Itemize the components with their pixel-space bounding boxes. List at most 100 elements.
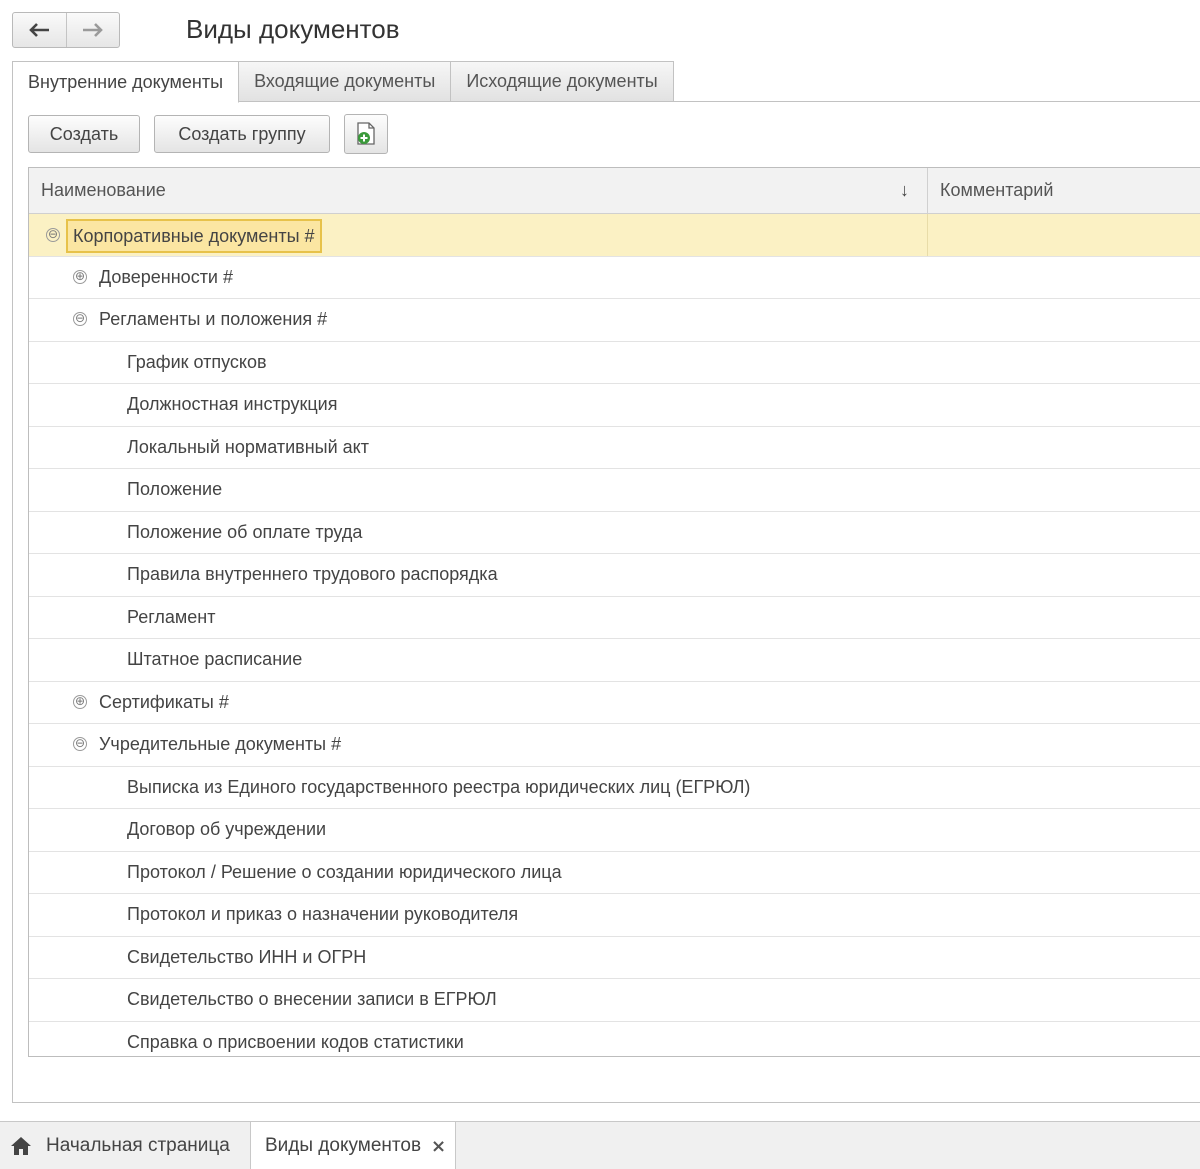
row-label: Корпоративные документы # bbox=[66, 219, 322, 253]
home-icon bbox=[11, 1137, 31, 1155]
name-cell: Положение bbox=[29, 469, 927, 511]
collapse-icon[interactable]: ⊖ bbox=[73, 737, 87, 751]
name-cell: Локальный нормативный акт bbox=[29, 427, 927, 469]
table-group-row[interactable]: ⊕ Доверенности # bbox=[29, 257, 1200, 299]
name-cell: График отпусков bbox=[29, 342, 927, 384]
name-cell: Правила внутреннего трудового распорядка bbox=[29, 554, 927, 596]
table-row[interactable]: Справка о присвоении кодов статистики bbox=[29, 1022, 1200, 1057]
name-cell: ⊖ Учредительные документы # bbox=[29, 724, 927, 766]
name-cell: ⊕ Доверенности # bbox=[29, 257, 927, 299]
row-label: Положение об оплате труда bbox=[127, 521, 363, 542]
comment-cell bbox=[927, 639, 1200, 681]
row-label: Свидетельство ИНН и ОГРН bbox=[127, 946, 367, 967]
home-page-tab[interactable]: Начальная страница bbox=[0, 1122, 251, 1169]
table-row[interactable]: Протокол / Решение о создании юридическо… bbox=[29, 852, 1200, 894]
comment-cell bbox=[927, 724, 1200, 766]
expand-icon[interactable]: ⊕ bbox=[73, 694, 87, 709]
column-header-comment-label: Комментарий bbox=[940, 180, 1054, 200]
table-row[interactable]: Положение об оплате труда bbox=[29, 512, 1200, 554]
comment-cell bbox=[927, 554, 1200, 596]
row-label: Выписка из Единого государственного реес… bbox=[127, 776, 751, 797]
arrow-right-icon bbox=[82, 23, 103, 37]
tab-incoming-documents[interactable]: Входящие документы bbox=[239, 61, 452, 102]
table-group-row[interactable]: ⊕ Сертификаты # bbox=[29, 682, 1200, 724]
comment-cell bbox=[927, 257, 1200, 299]
forward-button[interactable] bbox=[65, 13, 120, 47]
name-cell: Свидетельство ИНН и ОГРН bbox=[29, 937, 927, 979]
comment-cell bbox=[927, 384, 1200, 426]
comment-cell bbox=[927, 937, 1200, 979]
table-row[interactable]: Локальный нормативный акт bbox=[29, 427, 1200, 469]
sort-arrow-icon: ↓ bbox=[900, 180, 909, 200]
row-label: Штатное расписание bbox=[127, 649, 303, 670]
table-row[interactable]: Свидетельство ИНН и ОГРН bbox=[29, 937, 1200, 979]
tab-outgoing-documents[interactable]: Исходящие документы bbox=[451, 61, 674, 102]
table-group-row[interactable]: ⊖ Регламенты и положения # bbox=[29, 299, 1200, 342]
row-label: Свидетельство о внесении записи в ЕГРЮЛ bbox=[127, 989, 497, 1010]
back-button[interactable] bbox=[13, 13, 66, 47]
comment-cell bbox=[927, 979, 1200, 1021]
comment-cell bbox=[927, 767, 1200, 809]
collapse-icon[interactable]: ⊖ bbox=[46, 228, 60, 242]
comment-cell bbox=[927, 682, 1200, 724]
name-cell: ⊖ Корпоративные документы # bbox=[29, 214, 927, 256]
column-header-name[interactable]: Наименование ↓ bbox=[29, 168, 927, 213]
row-label: Регламент bbox=[127, 606, 216, 627]
comment-cell bbox=[927, 809, 1200, 851]
close-icon[interactable]: × bbox=[431, 1136, 446, 1157]
comment-cell bbox=[927, 1022, 1200, 1057]
row-label: Протокол и приказ о назначении руководит… bbox=[127, 904, 519, 925]
column-header-comment[interactable]: Комментарий bbox=[927, 168, 1200, 213]
table-row[interactable]: Штатное расписание bbox=[29, 639, 1200, 682]
document-types-table: Наименование ↓ Комментарий ⊖ Корпоративны… bbox=[28, 167, 1200, 1057]
comment-cell bbox=[927, 342, 1200, 384]
table-group-row[interactable]: ⊖ Учредительные документы # bbox=[29, 724, 1200, 767]
row-label: Сертификаты # bbox=[99, 691, 229, 712]
row-label: Доверенности # bbox=[99, 266, 233, 287]
table-row[interactable]: Положение bbox=[29, 469, 1200, 512]
name-cell: Протокол и приказ о назначении руководит… bbox=[29, 894, 927, 936]
create-group-button[interactable]: Создать группу bbox=[154, 115, 330, 153]
expand-icon[interactable]: ⊕ bbox=[73, 269, 87, 284]
comment-cell bbox=[927, 512, 1200, 554]
page-title: Виды документов bbox=[186, 14, 400, 44]
table-row[interactable]: Выписка из Единого государственного реес… bbox=[29, 767, 1200, 809]
comment-cell bbox=[927, 214, 1200, 256]
comment-cell bbox=[927, 597, 1200, 639]
collapse-icon[interactable]: ⊖ bbox=[73, 312, 87, 326]
table-group-row[interactable]: ⊖ Корпоративные документы # bbox=[29, 214, 1200, 257]
name-cell: Протокол / Решение о создании юридическо… bbox=[29, 852, 927, 894]
row-label: Справка о присвоении кодов статистики bbox=[127, 1031, 464, 1052]
row-label: Локальный нормативный акт bbox=[127, 436, 369, 457]
table-row[interactable]: График отпусков bbox=[29, 342, 1200, 384]
add-document-icon bbox=[357, 122, 375, 145]
tab-internal-documents[interactable]: Внутренние документы bbox=[12, 61, 240, 103]
row-label: Протокол / Решение о создании юридическо… bbox=[127, 861, 562, 882]
row-label: Учредительные документы # bbox=[99, 734, 342, 755]
name-cell: Договор об учреждении bbox=[29, 809, 927, 851]
table-row[interactable]: Правила внутреннего трудового распорядка bbox=[29, 554, 1200, 597]
create-button[interactable]: Создать bbox=[28, 115, 140, 153]
name-cell: Выписка из Единого государственного реес… bbox=[29, 767, 927, 809]
open-window-label: Виды документов bbox=[265, 1135, 422, 1156]
table-row[interactable]: Регламент bbox=[29, 597, 1200, 639]
tab-bar: Внутренние документы Входящие документы … bbox=[12, 61, 674, 103]
arrow-left-icon bbox=[29, 23, 50, 37]
home-page-label: Начальная страница bbox=[46, 1135, 230, 1156]
name-cell: Свидетельство о внесении записи в ЕГРЮЛ bbox=[29, 979, 927, 1021]
comment-cell bbox=[927, 299, 1200, 341]
table-row[interactable]: Договор об учреждении bbox=[29, 809, 1200, 852]
name-cell: Положение об оплате труда bbox=[29, 512, 927, 554]
name-cell: Справка о присвоении кодов статистики bbox=[29, 1022, 927, 1057]
table-row[interactable]: Протокол и приказ о назначении руководит… bbox=[29, 894, 1200, 937]
add-document-button[interactable] bbox=[344, 114, 388, 154]
table-row[interactable]: Должностная инструкция bbox=[29, 384, 1200, 427]
name-cell: Регламент bbox=[29, 597, 927, 639]
row-label: Регламенты и положения # bbox=[99, 309, 328, 330]
comment-cell bbox=[927, 894, 1200, 936]
table-body: ⊖ Корпоративные документы # ⊕ Доверенности … bbox=[29, 214, 1200, 1057]
row-label: Должностная инструкция bbox=[127, 394, 338, 415]
table-row[interactable]: Свидетельство о внесении записи в ЕГРЮЛ bbox=[29, 979, 1200, 1022]
open-window-tab[interactable]: Виды документов × bbox=[251, 1122, 456, 1169]
history-nav bbox=[12, 12, 120, 48]
